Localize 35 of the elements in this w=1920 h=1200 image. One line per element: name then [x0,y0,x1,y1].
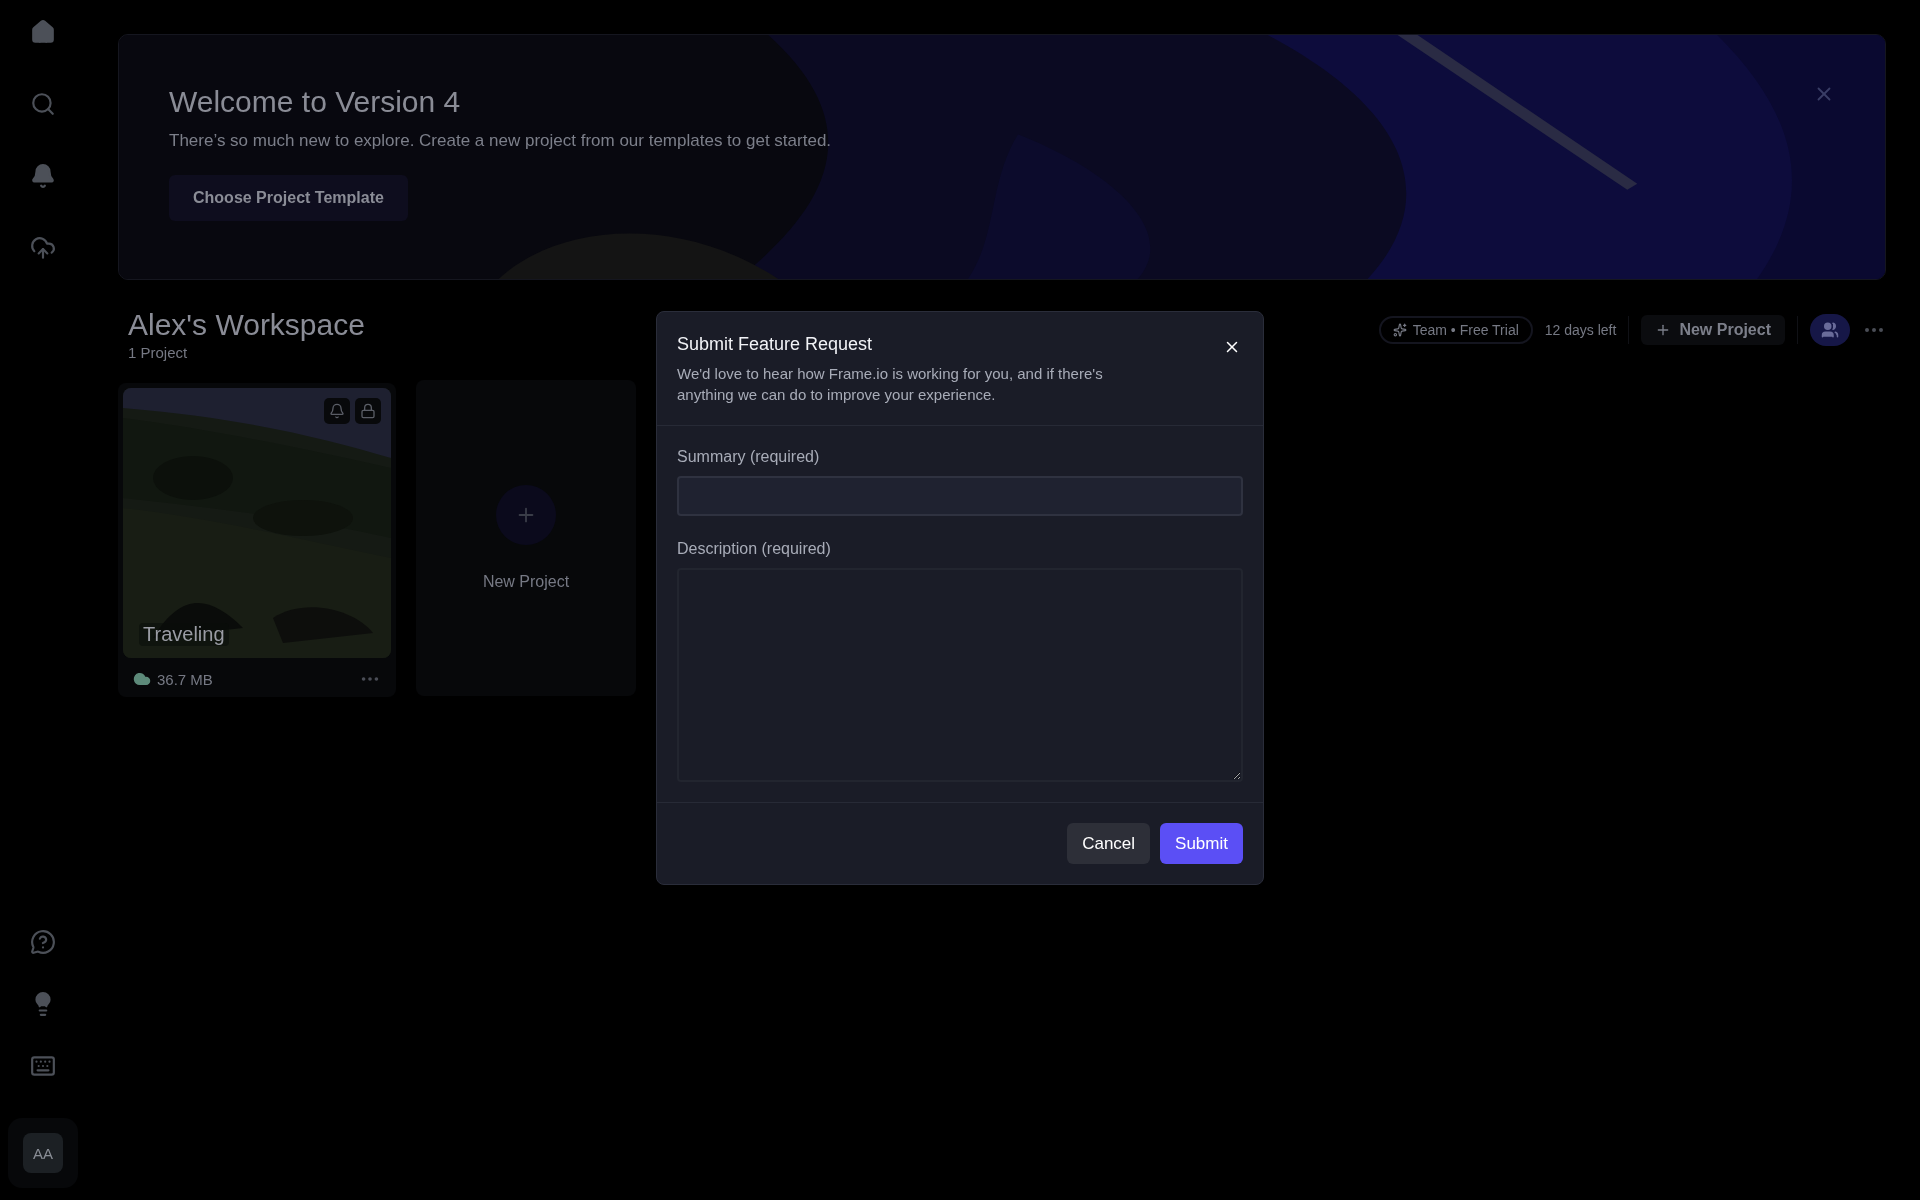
help-icon[interactable] [29,928,57,956]
lock-button[interactable] [355,398,381,424]
dialog-description: We'd love to hear how Frame.io is working for you, and if there's anything we can do to improve your experience. [677,364,1104,405]
notification-button[interactable] [324,398,350,424]
users-button[interactable] [1810,314,1850,346]
project-count: 1 Project [128,344,188,361]
project-name: Traveling [139,623,229,646]
plan-badge[interactable]: Team • Free Trial [1378,316,1533,344]
new-project-button[interactable]: New Project [1641,315,1785,345]
banner-subtitle: There’s so much new to explore. Create a new project from our templates to get started. [169,131,832,151]
description-field[interactable] [677,568,1243,782]
trial-remaining: 12 days left [1544,322,1617,338]
cloud-icon [133,670,151,688]
project-card[interactable]: Traveling 36.7 MB [118,383,396,697]
project-size: 36.7 MB [157,670,213,688]
user-avatar[interactable]: AA [23,1133,63,1173]
dialog-title: Submit Feature Request [677,334,873,355]
home-icon[interactable] [29,18,57,46]
banner-title: Welcome to Version 4 [169,85,461,119]
lock-icon [360,403,376,419]
bell-icon[interactable] [29,162,57,190]
sparkle-icon [1392,323,1407,337]
cancel-button[interactable]: Cancel [1067,823,1151,864]
summary-field[interactable] [677,476,1243,516]
new-project-card[interactable]: New Project [416,380,636,696]
field-label: Summary (required) [677,448,821,466]
users-icon [1821,321,1839,339]
plan-label: Team • Free Trial [1412,322,1519,338]
bell-icon [329,403,345,419]
workspace-title: Alex's Workspace [128,308,365,342]
field-label: Description (required) [677,540,832,558]
submit-button[interactable]: Submit [1160,823,1243,864]
choose-template-button[interactable]: Choose Project Template [169,175,408,221]
upload-icon[interactable] [29,234,57,262]
search-icon[interactable] [29,90,57,118]
